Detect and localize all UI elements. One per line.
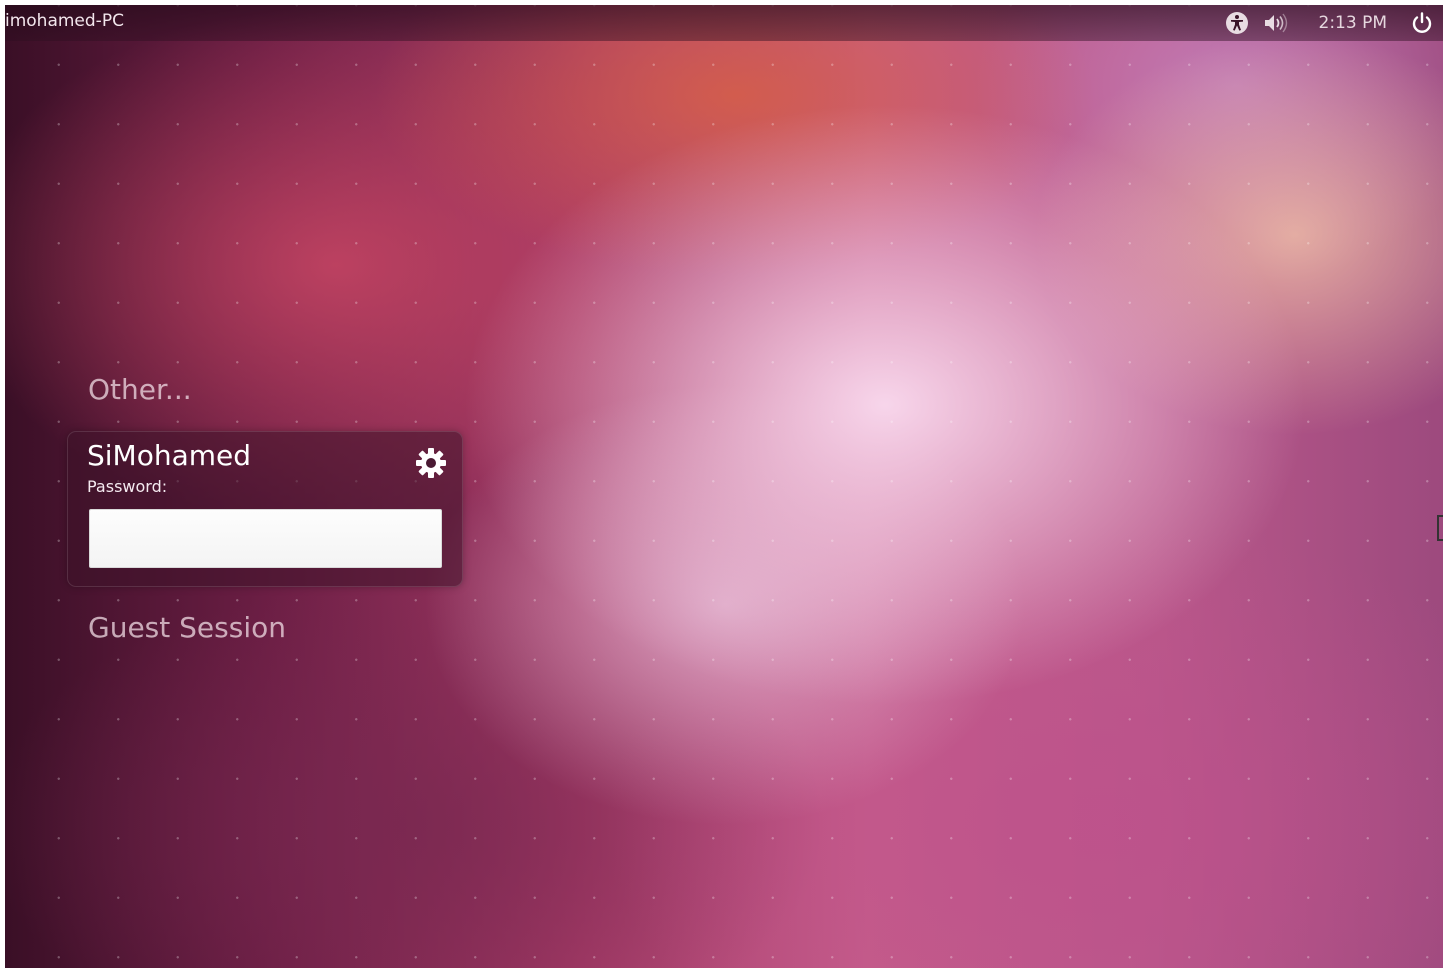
user-login-box: SiMohamed Password:	[67, 431, 463, 587]
cursor-icon	[1437, 515, 1443, 541]
login-screen: imohamed-PC 2:13 PM Other... SiMohamed P…	[5, 5, 1443, 968]
indicator-area: 2:13 PM	[1225, 5, 1434, 41]
accessibility-icon[interactable]	[1225, 11, 1249, 35]
clock-label[interactable]: 2:13 PM	[1319, 13, 1388, 33]
hostname-label: imohamed-PC	[5, 11, 124, 31]
top-panel: imohamed-PC 2:13 PM	[5, 5, 1443, 41]
guest-session-option[interactable]: Guest Session	[88, 611, 286, 644]
power-icon[interactable]	[1411, 12, 1433, 34]
username-label: SiMohamed	[87, 439, 252, 472]
password-input[interactable]	[89, 509, 442, 568]
other-user-option[interactable]: Other...	[88, 373, 192, 406]
gear-icon[interactable]	[414, 446, 448, 480]
volume-icon[interactable]	[1263, 12, 1291, 34]
password-label: Password:	[87, 477, 168, 496]
